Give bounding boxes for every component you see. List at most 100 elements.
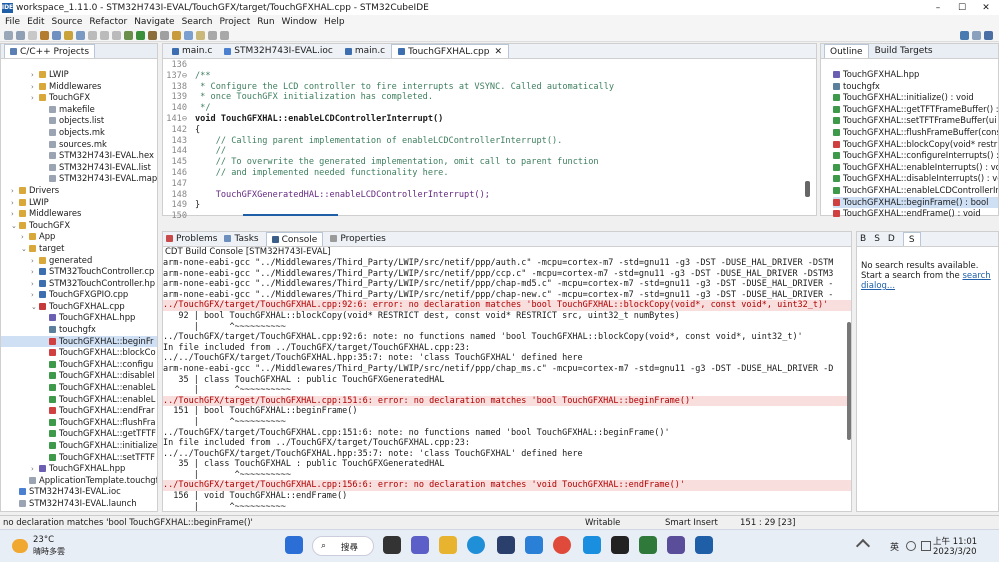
outline-item[interactable]: TouchGFXHAL::setTFTFrameBuffer(ui	[833, 115, 998, 127]
suspend-icon[interactable]	[100, 30, 109, 40]
tree-item[interactable]: ApplicationTemplate.touchgf	[1, 475, 157, 487]
tree-item[interactable]: TouchGFXHAL::disableI	[1, 370, 157, 382]
navigate-back-icon[interactable]	[208, 30, 217, 40]
minimize-button[interactable]: –	[926, 0, 950, 15]
app-monitor-icon[interactable]	[639, 536, 657, 554]
expand-arrow-icon[interactable]: ⌄	[21, 244, 29, 255]
expand-arrow-icon[interactable]: ›	[31, 93, 39, 104]
tree-item[interactable]: TouchGFXHAL::setTFTF	[1, 452, 157, 464]
debug-bug-icon[interactable]	[124, 30, 133, 40]
quick-access-search-icon[interactable]	[960, 30, 969, 40]
outline-item[interactable]: touchgfx	[833, 81, 998, 93]
app-l-icon[interactable]	[525, 536, 543, 554]
weather-temperature[interactable]: 23°C	[33, 535, 54, 545]
menu-window[interactable]: Window	[282, 17, 318, 27]
tab-console[interactable]: Console	[265, 232, 324, 246]
editor-hscroll-thumb[interactable]	[243, 214, 338, 216]
expand-arrow-icon[interactable]: ›	[11, 209, 19, 220]
resume-icon[interactable]	[88, 30, 97, 40]
expand-arrow-icon[interactable]: ›	[31, 267, 39, 278]
outline-item[interactable]: TouchGFXHAL::endFrame() : void	[833, 208, 998, 220]
tab-c-cpp-projects[interactable]: C/C++ Projects	[4, 44, 96, 58]
file-explorer-icon[interactable]	[439, 536, 457, 554]
expand-arrow-icon[interactable]: ›	[11, 198, 19, 209]
step-icon[interactable]	[76, 30, 85, 40]
annotation-icon[interactable]	[196, 30, 205, 40]
menu-project[interactable]: Project	[219, 17, 250, 27]
tree-item[interactable]: TouchGFXHAL.hpp	[1, 312, 157, 324]
tree-item[interactable]: › LWIP	[1, 69, 157, 81]
outline-item[interactable]: TouchGFXHAL::enableInterrupts() : void	[833, 162, 998, 174]
tree-item[interactable]: makefile	[1, 104, 157, 116]
stm32cubeide-taskbar-icon[interactable]	[695, 536, 713, 554]
tree-item[interactable]: TouchGFXHAL::blockCo	[1, 347, 157, 359]
expand-arrow-icon[interactable]: ⌄	[11, 221, 19, 232]
save-all-icon[interactable]	[28, 30, 37, 40]
tree-item[interactable]: ⌄ TouchGFX	[1, 220, 157, 232]
new-icon[interactable]	[4, 30, 13, 40]
navigate-forward-icon[interactable]	[220, 30, 229, 40]
tree-item[interactable]: › TouchGFXGPIO.cpp	[1, 289, 157, 301]
outline-item[interactable]: TouchGFXHAL::beginFrame() : bool	[833, 196, 998, 209]
tree-item[interactable]: TouchGFXHAL::getTFTF	[1, 428, 157, 440]
tree-item[interactable]: › App	[1, 231, 157, 243]
tab-tasks[interactable]: Tasks	[224, 234, 259, 244]
tab-search[interactable]: S	[902, 232, 921, 246]
menu-help[interactable]: Help	[324, 17, 345, 27]
tree-item[interactable]: TouchGFXHAL::initialize	[1, 440, 157, 452]
tree-item[interactable]: › TouchGFX	[1, 92, 157, 104]
wifi-icon[interactable]	[906, 541, 916, 551]
tray-chevron-up-icon[interactable]	[855, 538, 871, 554]
expand-arrow-icon[interactable]: ›	[31, 82, 39, 93]
store-icon[interactable]	[497, 536, 515, 554]
perspective-icon[interactable]	[972, 30, 981, 40]
ime-indicator[interactable]: 英	[890, 540, 899, 553]
start-windows-icon[interactable]	[285, 536, 303, 554]
tree-item[interactable]: TouchGFXHAL::configu	[1, 359, 157, 371]
app-book-icon[interactable]	[667, 536, 685, 554]
expand-arrow-icon[interactable]: ›	[21, 232, 29, 243]
expand-arrow-icon[interactable]: ›	[11, 186, 19, 197]
outline-item[interactable]: TouchGFXHAL::flushFrameBuffer(const	[833, 127, 998, 139]
tree-item[interactable]: touchgfx	[1, 324, 157, 336]
outline-item[interactable]: TouchGFXHAL::blockCopy(void* restric	[833, 139, 998, 151]
code-editor[interactable]: 136 137⊖/** 138 * Configure the LCD contro…	[163, 59, 816, 222]
editor-tab[interactable]: TouchGFXHAL.cpp ✕	[391, 44, 509, 58]
tree-item[interactable]: › Middlewares	[1, 81, 157, 93]
tree-item[interactable]: TouchGFXHAL::beginFr	[1, 335, 157, 348]
tree-item[interactable]: objects.list	[1, 115, 157, 127]
menu-search[interactable]: Search	[182, 17, 213, 27]
tree-item[interactable]: STM32H743I-EVAL.launch	[1, 498, 157, 510]
expand-arrow-icon[interactable]: ›	[31, 279, 39, 290]
menu-run[interactable]: Run	[257, 17, 274, 27]
open-type-icon[interactable]	[160, 30, 169, 40]
search-icon[interactable]	[184, 30, 193, 40]
app-x-icon[interactable]	[583, 536, 601, 554]
editor-scrollbar-thumb[interactable]	[805, 181, 810, 197]
outline-item[interactable]: TouchGFXHAL.hpp	[833, 69, 998, 81]
volume-icon[interactable]	[921, 541, 931, 551]
tree-item[interactable]: TouchGFXHAL::enableL	[1, 382, 157, 394]
expand-arrow-icon[interactable]: ›	[31, 290, 39, 301]
close-tab-icon[interactable]: ✕	[494, 47, 502, 57]
tree-item[interactable]: TouchGFXHAL::flushFra	[1, 417, 157, 429]
outline-item[interactable]: TouchGFXHAL::enableLCDControllerInt	[833, 185, 998, 197]
outline-item[interactable]: TouchGFXHAL::getTFTFrameBuffer() : u	[833, 104, 998, 116]
tree-item[interactable]: STM32H743I-EVAL.ioc	[1, 486, 157, 498]
clock-time[interactable]: 上午 11:01	[933, 535, 977, 547]
editor-tab[interactable]: STM32H743I-EVAL.ioc	[218, 44, 339, 58]
console-scrollbar-thumb[interactable]	[847, 322, 851, 440]
tree-item[interactable]: STM32H743I-EVAL.map	[1, 173, 157, 185]
weather-description[interactable]: 晴時多雲	[33, 546, 65, 557]
tree-item[interactable]: › LWIP	[1, 197, 157, 209]
external-tools-icon[interactable]	[148, 30, 157, 40]
close-button[interactable]: ✕	[974, 0, 998, 15]
build-hammer-icon[interactable]	[40, 30, 49, 40]
tree-item[interactable]: › STM32TouchController.cp	[1, 266, 157, 278]
expand-arrow-icon[interactable]: ›	[31, 256, 39, 267]
menu-file[interactable]: File	[5, 17, 20, 27]
taskbar-search-box[interactable]: ⌕ 搜尋	[312, 536, 374, 556]
chrome-icon[interactable]	[553, 536, 571, 554]
expand-arrow-icon[interactable]: ›	[31, 70, 39, 81]
menu-source[interactable]: Source	[52, 17, 83, 27]
